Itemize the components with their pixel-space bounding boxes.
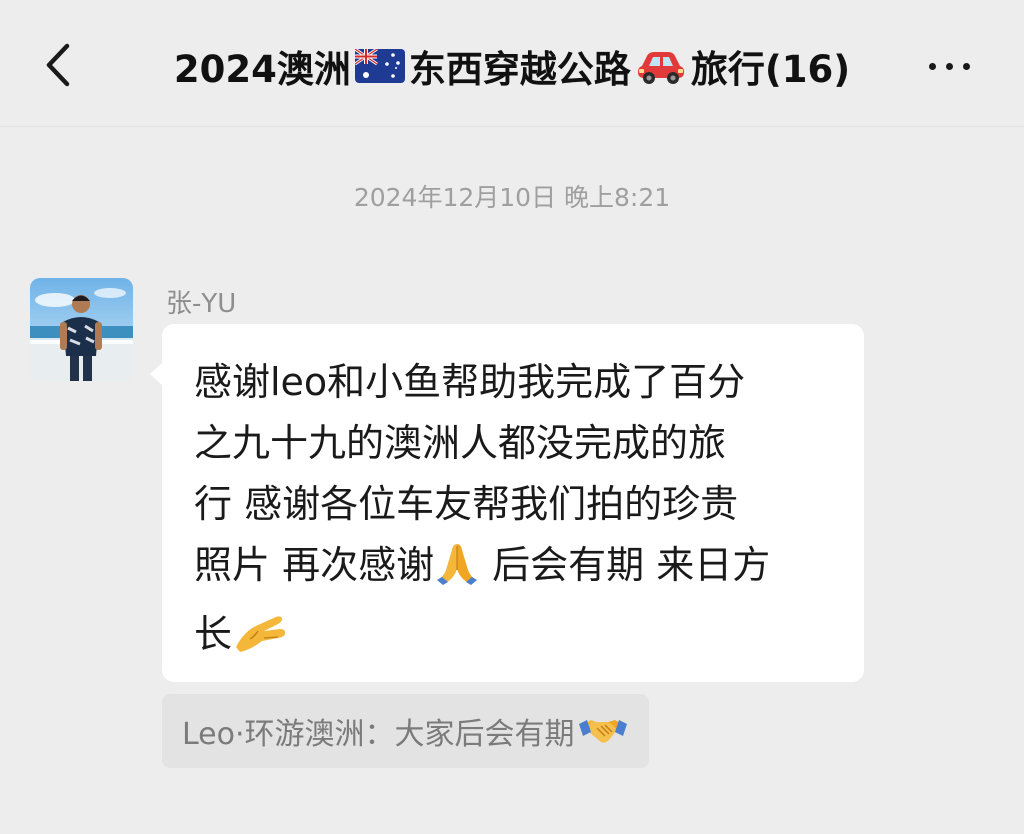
sender-name: 张-YU (166, 289, 237, 319)
quoted-reply[interactable]: Leo·环游澳洲：大家后会有期 (162, 694, 649, 768)
more-dot (945, 62, 953, 70)
quoted-reply-text: Leo·环游澳洲：大家后会有期 (182, 717, 575, 752)
more-dots-icon (928, 62, 936, 70)
message-line: 之九十九的澳洲人都没完成的旅 (194, 421, 727, 465)
sender-avatar[interactable] (30, 278, 133, 381)
message-text: 后会有期 来日方 (480, 543, 771, 587)
chevron-left-icon (46, 43, 70, 87)
chat-title: 2024澳洲 东西穿越公路 旅行(16) (100, 36, 924, 96)
handshake-icon (578, 714, 627, 748)
chat-title-prefix: 2024澳洲 (173, 48, 351, 91)
chat-header: 2024澳洲 东西穿越公路 旅行(16) (0, 0, 1024, 127)
folded-hands-icon (434, 540, 480, 604)
message-text: 长 (194, 612, 233, 656)
more-button[interactable] (914, 38, 984, 94)
message-line-6: 长 (194, 604, 838, 673)
message-line-4: 照片 再次感谢 后会有期 来日方 (194, 535, 838, 604)
chat-title-suffix: 旅行(16) (690, 48, 851, 91)
hand-shake-gesture-icon (232, 611, 290, 673)
more-dot (962, 62, 970, 70)
message-timestamp: 2024年12月10日 晚上8:21 (353, 183, 671, 212)
australia-flag-icon (354, 49, 405, 83)
chat-title-middle: 东西穿越公路 (408, 48, 631, 91)
message-line: 感谢leo和小鱼帮助我完成了百分 (194, 360, 746, 404)
message-text: 照片 再次感谢 (194, 543, 435, 587)
back-button[interactable] (28, 30, 88, 100)
car-icon (635, 46, 687, 86)
message-bubble[interactable]: 感谢leo和小鱼帮助我完成了百分 之九十九的澳洲人都没完成的旅 行 感谢各位车友… (162, 324, 864, 682)
message-line: 行 感谢各位车友帮我们拍的珍贵 (194, 482, 739, 526)
avatar-photo (30, 278, 133, 381)
